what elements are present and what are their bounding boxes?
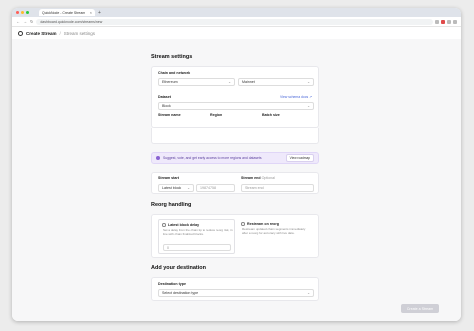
main-content: Stream settings Chain and network Ethere… — [12, 39, 461, 321]
stream-end-placeholder: Stream end — [245, 186, 264, 190]
chain-dataset-card-bottom — [151, 128, 319, 144]
breadcrumb-separator: / — [59, 31, 61, 36]
browser-tab[interactable]: QuickNode - Create Stream × — [39, 9, 95, 16]
profile-icon[interactable] — [453, 19, 457, 24]
new-tab-icon[interactable]: + — [98, 10, 101, 16]
create-stream-button[interactable]: Create a Stream — [401, 304, 439, 313]
roadmap-banner: Suggest, vote, and get early access to m… — [151, 152, 319, 164]
minimize-window-icon[interactable] — [21, 11, 24, 14]
block-delay-input[interactable]: 0 — [163, 244, 231, 251]
restream-on-reorg-desc: Restream updated chain segments immediat… — [242, 227, 306, 235]
restream-on-reorg-option[interactable]: Restream on reorg Restream updated chain… — [238, 219, 314, 254]
block-delay-value: 0 — [167, 245, 169, 250]
maximize-window-icon[interactable] — [26, 11, 29, 14]
browser-window: QuickNode - Create Stream × + ← → ↻ dash… — [12, 8, 461, 321]
latest-block-delay-title: Latest block delay — [168, 222, 200, 227]
chevron-down-icon: ⌄ — [228, 80, 231, 84]
destination-type-select[interactable]: Select destination type ⌄ — [158, 289, 314, 297]
reload-icon[interactable]: ↻ — [30, 19, 33, 24]
destination-card: Destination type Select destination type… — [151, 277, 319, 301]
radio-icon[interactable] — [241, 222, 245, 226]
reorg-card: Latest block delay Set a delay from the … — [151, 214, 319, 258]
dataset-value: Block — [162, 104, 171, 108]
destination-type-placeholder: Select destination type — [162, 291, 199, 295]
tab-title: QuickNode - Create Stream — [42, 10, 86, 15]
network-select[interactable]: Mainnet ⌄ — [238, 78, 314, 86]
stream-end-label-text: Stream end — [241, 176, 261, 180]
schema-docs-link[interactable]: View schema docs ↗ — [280, 95, 312, 99]
latest-block-delay-option[interactable]: Latest block delay Set a delay from the … — [158, 219, 235, 254]
info-icon — [156, 156, 160, 160]
logo-icon[interactable] — [18, 31, 23, 36]
stream-start-label: Stream start — [158, 176, 179, 180]
url-field[interactable]: dashboard.quicknode.com/streams/new — [36, 18, 433, 25]
chain-value: Ethereum — [162, 80, 178, 84]
back-icon[interactable]: ← — [16, 19, 20, 24]
create-stream-button-label: Create a Stream — [406, 306, 434, 311]
chain-dataset-card: Chain and network Ethereum ⌄ Mainnet ⌄ D… — [151, 66, 319, 128]
stream-name-label: Stream name — [158, 113, 181, 117]
extension-icon[interactable] — [447, 19, 451, 24]
batch-size-label: Batch size — [262, 113, 280, 117]
restream-on-reorg-title: Restream on reorg — [247, 221, 279, 226]
browser-tabbar: QuickNode - Create Stream × + — [12, 8, 461, 17]
stream-start-block-value: 19874758 — [200, 186, 216, 190]
network-value: Mainnet — [242, 80, 255, 84]
chain-network-label: Chain and network — [158, 71, 191, 75]
chevron-down-icon: ⌄ — [307, 291, 310, 295]
destination-title: Add your destination — [151, 265, 206, 271]
forward-icon[interactable]: → — [23, 19, 27, 24]
dataset-label: Dataset — [158, 95, 171, 99]
stream-range-card: Stream start Stream end Optional Latest … — [151, 172, 319, 194]
banner-text: Suggest, vote, and get early access to m… — [163, 156, 262, 160]
url-text: dashboard.quicknode.com/streams/new — [40, 19, 103, 24]
chain-select[interactable]: Ethereum ⌄ — [158, 78, 235, 86]
extension-icon[interactable] — [441, 19, 445, 24]
dataset-select[interactable]: Block ⌄ — [158, 102, 314, 110]
breadcrumb-stream-settings: Stream settings — [63, 31, 96, 36]
destination-type-label: Destination type — [158, 282, 186, 286]
extension-icon[interactable] — [435, 19, 439, 24]
view-roadmap-button[interactable]: View roadmap — [285, 154, 314, 162]
reorg-title: Reorg handling — [151, 202, 192, 208]
radio-icon[interactable] — [162, 223, 166, 227]
close-window-icon[interactable] — [16, 11, 19, 14]
close-tab-icon[interactable]: × — [90, 10, 92, 15]
stream-end-label: Stream end Optional — [241, 176, 275, 180]
chevron-down-icon: ⌄ — [307, 80, 310, 84]
stream-start-select[interactable]: Latest block ⌄ — [158, 184, 194, 192]
breadcrumb-create-stream[interactable]: Create Stream — [26, 31, 57, 36]
stream-end-input[interactable]: Stream end — [241, 184, 314, 192]
chevron-down-icon: ⌄ — [187, 186, 190, 190]
stream-start-select-value: Latest block — [162, 186, 182, 190]
chevron-down-icon: ⌄ — [307, 104, 310, 108]
region-label: Region — [210, 113, 223, 117]
stream-settings-title: Stream settings — [151, 54, 193, 60]
stream-start-block-input[interactable]: 19874758 — [196, 184, 235, 192]
optional-label: Optional — [261, 176, 275, 180]
address-bar-row: ← → ↻ dashboard.quicknode.com/streams/ne… — [12, 17, 461, 27]
latest-block-delay-desc: Set a delay from the chain tip to reduce… — [163, 228, 233, 236]
